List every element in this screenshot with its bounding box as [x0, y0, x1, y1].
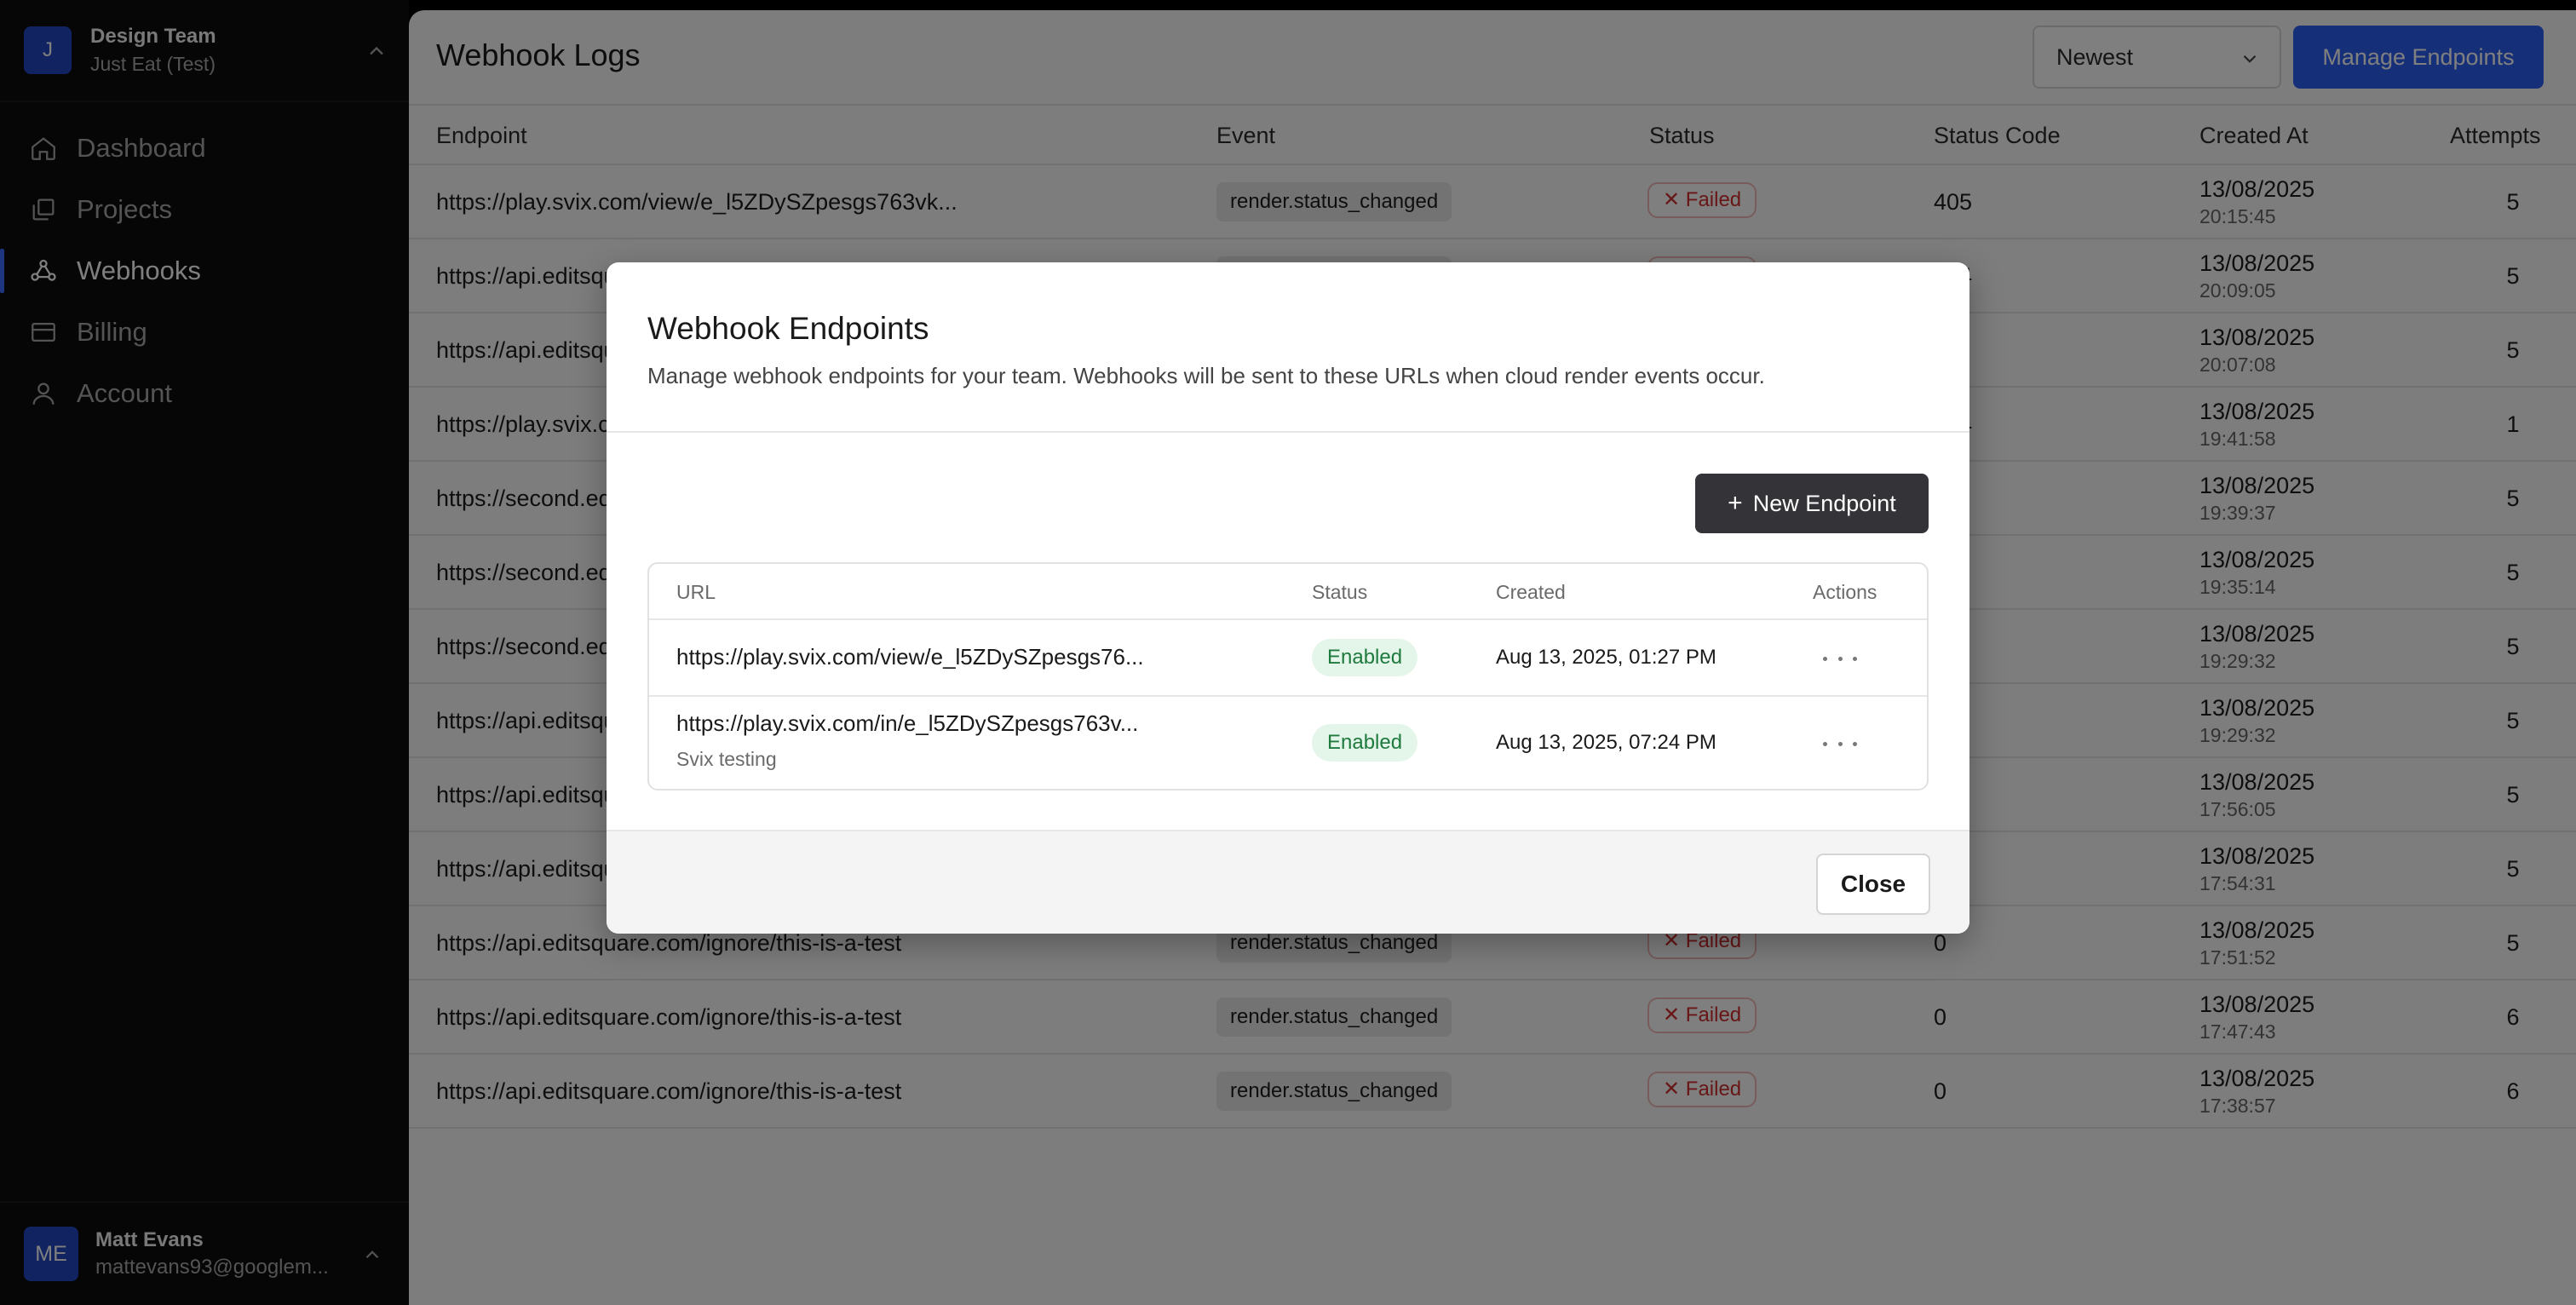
status-badge: Enabled [1312, 724, 1418, 762]
endpoint-created: Aug 13, 2025, 07:24 PM [1496, 731, 1716, 754]
endpoint-url: https://play.svix.com/in/e_l5ZDySZpesgs7… [676, 710, 1139, 736]
new-endpoint-button[interactable]: + New Endpoint [1695, 474, 1929, 533]
endpoint-url: https://play.svix.com/view/e_l5ZDySZpesg… [676, 644, 1144, 670]
dialog-description: Manage webhook endpoints for your team. … [647, 363, 1765, 388]
column-header-actions: Actions [1813, 581, 1877, 603]
column-header-status: Status [1312, 581, 1368, 603]
column-header-url: URL [676, 581, 716, 603]
endpoints-table-header: URL Status Created Actions [649, 564, 1927, 620]
new-endpoint-label: New Endpoint [1752, 490, 1896, 516]
dialog-footer: Close [607, 830, 1969, 934]
endpoint-row[interactable]: https://play.svix.com/in/e_l5ZDySZpesgs7… [649, 697, 1927, 789]
plus-icon: + [1728, 489, 1743, 517]
endpoint-description: Svix testing [676, 748, 777, 770]
column-header-created: Created [1496, 581, 1566, 603]
webhook-endpoints-dialog: Webhook Endpoints Manage webhook endpoin… [607, 262, 1969, 934]
dialog-body: + New Endpoint URL Status Created Action… [607, 433, 1969, 833]
close-button[interactable]: Close [1816, 854, 1930, 915]
endpoint-row[interactable]: https://play.svix.com/view/e_l5ZDySZpesg… [649, 620, 1927, 697]
endpoints-table: URL Status Created Actions https://play.… [647, 562, 1929, 790]
more-actions-icon[interactable] [1823, 646, 1857, 671]
dialog-header: Webhook Endpoints Manage webhook endpoin… [607, 262, 1969, 433]
dialog-title: Webhook Endpoints [647, 311, 929, 346]
endpoint-created: Aug 13, 2025, 01:27 PM [1496, 646, 1716, 669]
status-badge: Enabled [1312, 639, 1418, 676]
more-actions-icon[interactable] [1823, 731, 1857, 756]
